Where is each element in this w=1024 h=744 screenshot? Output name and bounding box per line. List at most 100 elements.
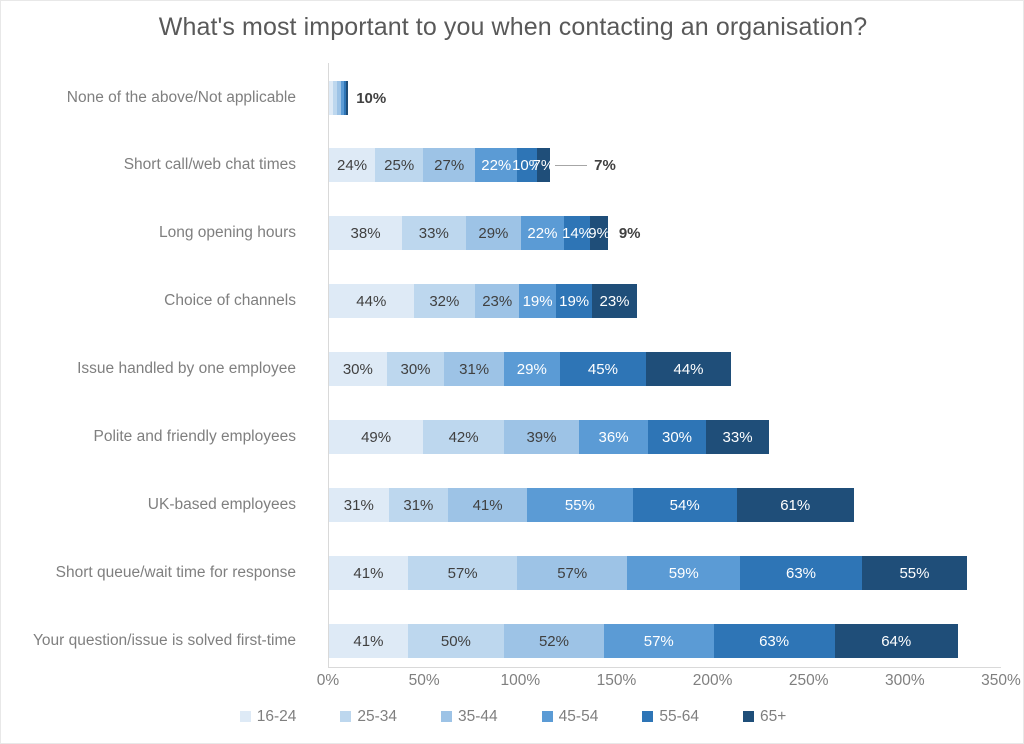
bar-segment[interactable]: 14% [562, 216, 592, 250]
segment-value-label: 31% [459, 360, 490, 378]
bar-segment[interactable]: 44% [646, 352, 731, 386]
bar-segment[interactable]: 50% [407, 624, 504, 658]
x-axis-tick-label: 100% [500, 672, 541, 689]
legend-swatch-icon [340, 711, 352, 723]
bar-segment[interactable]: 55% [861, 556, 968, 590]
segment-value-label: 29% [478, 224, 509, 242]
legend-item-25-34[interactable]: 25-34 [340, 709, 397, 725]
segment-value-label: 64% [881, 632, 912, 650]
stacked-bar[interactable]: 38% 33% 29% 22% 14% 9% [329, 216, 610, 250]
category-label: Your question/issue is solved first-time [32, 632, 296, 649]
bar-segment[interactable]: 29% [465, 216, 522, 250]
bar-segment[interactable]: 33% [705, 420, 770, 454]
bar-segment[interactable]: 10% [512, 148, 542, 182]
stacked-bar[interactable]: 41% 57% 57% 59% 63% 55% [329, 556, 968, 590]
bar-segment[interactable]: 57% [407, 556, 518, 590]
segment-value-label: 42% [448, 428, 479, 446]
segment-value-label: 31% [403, 496, 434, 514]
bar-segment[interactable]: 19% [519, 284, 556, 318]
bar-segment[interactable]: 52% [503, 624, 604, 658]
bar-segment[interactable]: 44% [329, 284, 414, 318]
category-label: UK-based employees [147, 496, 296, 513]
bar-segment[interactable]: 22% [521, 216, 564, 250]
segment-value-label: 57% [447, 564, 478, 582]
bar-segment[interactable]: 30% [329, 352, 387, 386]
bar-segment[interactable]: 41% [329, 556, 408, 590]
stacked-bar[interactable]: 31% 31% 41% 55% 54% 61% [329, 488, 854, 522]
segment-value-label: 30% [400, 360, 431, 378]
plot-area: None of the above/Not applicable 10% Short… [33, 63, 1001, 667]
segment-value-label: 50% [440, 632, 471, 650]
bar-segment[interactable]: 9% [588, 216, 610, 250]
bar-segment[interactable]: 42% [423, 420, 504, 454]
bar-segment[interactable]: 45% [559, 352, 647, 386]
segment-value-label: 31% [343, 496, 374, 514]
legend-label: 35-44 [458, 708, 498, 725]
bar-segment[interactable]: 7% [533, 148, 554, 182]
segment-value-label: 41% [353, 564, 384, 582]
legend-item-55-64[interactable]: 55-64 [642, 709, 699, 725]
bar-segment[interactable]: 31% [444, 352, 504, 386]
legend-swatch-icon [742, 711, 754, 723]
bar-segment[interactable]: 36% [578, 420, 649, 454]
bar-segment[interactable]: 27% [423, 148, 476, 182]
bar-segment[interactable]: 31% [388, 488, 449, 522]
bar-segment[interactable]: 31% [329, 488, 389, 522]
stacked-bar[interactable]: 24% 25% 27% 22% 10% 7% [329, 148, 554, 182]
bar-segment[interactable]: 63% [713, 624, 835, 658]
bar-segment[interactable]: 49% [329, 420, 424, 454]
bar-segment[interactable]: 38% [329, 216, 403, 250]
bar-segment[interactable]: 54% [632, 488, 737, 522]
segment-value-label: 23% [599, 292, 630, 310]
stacked-bar[interactable] [329, 81, 349, 115]
segment-value-label: 54% [669, 496, 700, 514]
category-label: None of the above/Not applicable [66, 89, 296, 106]
x-axis-line [328, 667, 1001, 668]
segment-value-label: 22% [481, 156, 512, 174]
legend-item-65plus[interactable]: 65+ [742, 709, 786, 725]
bar-segment[interactable]: 33% [402, 216, 466, 250]
bar-segment[interactable]: 29% [503, 352, 560, 386]
stacked-bar[interactable]: 41% 50% 52% 57% 63% 64% [329, 624, 958, 658]
segment-value-label: 25% [384, 156, 415, 174]
bar-segment[interactable]: 32% [413, 284, 476, 318]
stacked-bar[interactable]: 30% 30% 31% 29% 45% 44% [329, 352, 731, 386]
bar-segment[interactable]: 64% [834, 624, 958, 658]
stacked-bar[interactable]: 44% 32% 23% 19% 19% 23% [329, 284, 637, 318]
bar-segment[interactable]: 61% [736, 488, 854, 522]
legend-item-35-44[interactable]: 35-44 [441, 709, 498, 725]
segment-value-label: 24% [337, 156, 368, 174]
legend-swatch-icon [441, 711, 453, 723]
bar-segment[interactable] [346, 81, 349, 115]
bar-segment[interactable]: 57% [517, 556, 628, 590]
segment-value-label: 59% [668, 564, 699, 582]
bar-segment[interactable]: 63% [740, 556, 862, 590]
segment-value-label: 39% [526, 428, 557, 446]
legend-item-16-24[interactable]: 16-24 [239, 709, 296, 725]
bar-segment[interactable]: 23% [475, 284, 520, 318]
bar-segment[interactable]: 41% [329, 624, 408, 658]
x-axis-tick-label: 200% [692, 672, 733, 689]
bar-segment[interactable]: 39% [503, 420, 579, 454]
segment-value-label: 63% [759, 632, 790, 650]
bar-segment[interactable]: 24% [329, 148, 376, 182]
bar-segment[interactable]: 19% [555, 284, 593, 318]
segment-value-label: 23% [482, 292, 513, 310]
bar-segment[interactable]: 30% [648, 420, 706, 454]
segment-value-label: 38% [350, 224, 381, 242]
bar-segment[interactable]: 25% [375, 148, 424, 182]
bar-segment[interactable]: 59% [627, 556, 741, 590]
bar-segment[interactable]: 23% [592, 284, 637, 318]
bar-segment[interactable]: 57% [603, 624, 714, 658]
bar-segment[interactable]: 30% [386, 352, 445, 386]
outside-value-label: 7% [594, 157, 616, 174]
x-axis-tick-label: 250% [788, 672, 829, 689]
bar-segment[interactable]: 22% [475, 148, 518, 182]
bar-segment[interactable]: 55% [527, 488, 633, 522]
stacked-bar[interactable]: 49% 42% 39% 36% 30% 33% [329, 420, 770, 454]
outside-value-label: 10% [356, 90, 387, 107]
segment-value-label: 55% [564, 496, 595, 514]
legend-item-45-54[interactable]: 45-54 [541, 709, 598, 725]
bar-segment[interactable]: 41% [448, 488, 528, 522]
category-label: Issue handled by one employee [77, 360, 296, 377]
